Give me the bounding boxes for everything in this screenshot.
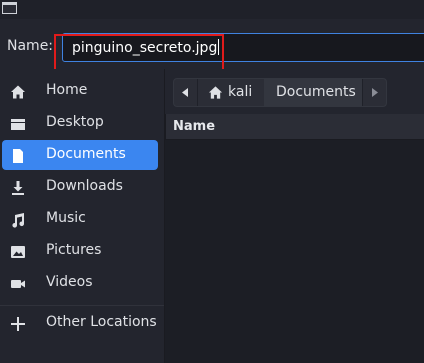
sidebar-item-label: Other Locations (46, 314, 157, 330)
sidebar-item-documents[interactable]: Documents (2, 140, 158, 170)
sidebar-item-label: Desktop (46, 114, 104, 130)
path-current-label: Documents (276, 84, 356, 100)
sidebar-item-label: Pictures (46, 242, 102, 258)
sidebar-separator (0, 305, 164, 306)
sidebar-item-home[interactable]: Home (2, 76, 158, 106)
sidebar-item-other-locations[interactable]: Other Locations (2, 308, 158, 338)
sidebar-item-label: Documents (46, 146, 126, 162)
document-icon (13, 149, 23, 163)
chevron-right-icon (372, 88, 378, 97)
sidebar-item-music[interactable]: Music (2, 204, 158, 234)
path-bar: kali Documents (165, 69, 424, 114)
window-icon (2, 2, 17, 14)
home-icon (11, 85, 25, 99)
sidebar-item-label: Downloads (46, 178, 123, 194)
column-divider (165, 114, 166, 139)
path-back-button[interactable] (174, 79, 198, 106)
sidebar-item-pictures[interactable]: Pictures (2, 236, 158, 266)
column-header-label: Name (173, 119, 216, 134)
save-file-dialog: Name: pinguino_secreto.jpg Home Desktop … (0, 0, 424, 363)
path-home-label: kali (228, 84, 253, 100)
download-icon (12, 181, 24, 195)
picture-icon (11, 246, 25, 258)
music-icon (12, 213, 25, 228)
path-button-group: kali Documents (173, 78, 387, 107)
desktop-icon (11, 119, 25, 130)
sidebar-item-label: Home (46, 82, 88, 98)
sidebar-item-downloads[interactable]: Downloads (2, 172, 158, 202)
title-bar (0, 0, 424, 19)
path-button-home[interactable]: kali (198, 79, 264, 106)
file-pane: kali Documents Name (165, 69, 424, 363)
path-button-documents[interactable]: Documents (264, 79, 362, 106)
video-icon (11, 280, 25, 288)
name-row: Name: pinguino_secreto.jpg (0, 19, 424, 80)
places-sidebar: Home Desktop Documents Downloads Music P… (0, 69, 165, 363)
file-list[interactable] (165, 140, 424, 363)
chevron-left-icon (182, 88, 188, 97)
name-column-header[interactable]: Name (165, 114, 424, 140)
sidebar-item-desktop[interactable]: Desktop (2, 108, 158, 138)
path-forward-button[interactable] (362, 79, 386, 106)
name-label: Name: (7, 38, 54, 54)
plus-icon (11, 317, 25, 331)
sidebar-item-label: Music (46, 210, 86, 226)
sidebar-item-label: Videos (46, 274, 93, 290)
sidebar-item-videos[interactable]: Videos (2, 268, 158, 298)
home-icon (208, 86, 223, 99)
